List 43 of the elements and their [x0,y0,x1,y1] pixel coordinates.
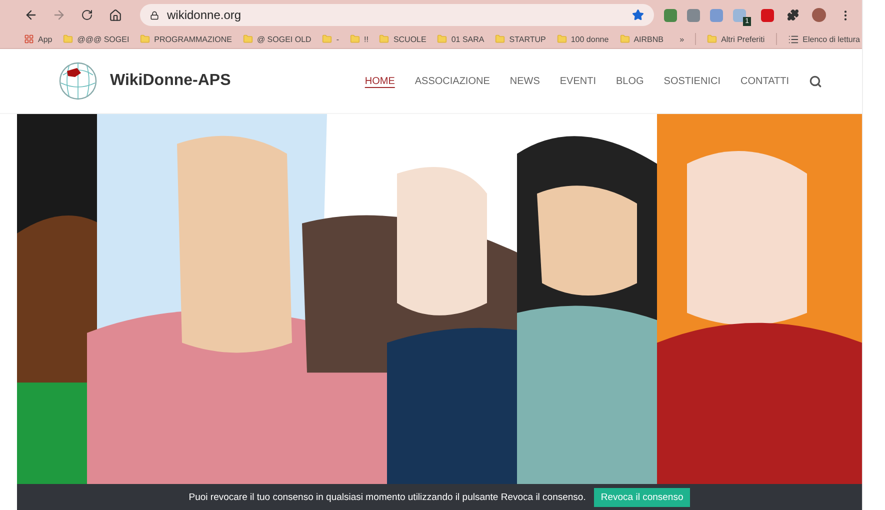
extension-icon[interactable] [733,8,746,22]
folder-icon [140,34,150,44]
folder-icon [350,34,360,44]
bookmark[interactable]: @@@ SOGEI [63,34,130,44]
bookmark[interactable]: 01 SARA [437,34,484,44]
folder-icon [379,34,390,44]
nav-link[interactable]: ASSOCIAZIONE [414,76,490,86]
folder-icon [437,34,448,44]
site-title: WikiDonne-APS [110,72,231,90]
nav-link[interactable]: NEWS [510,76,540,86]
bookmark[interactable]: Altri Preferiti [707,34,765,44]
overflow-button[interactable]: » [680,34,684,44]
bookmark[interactable]: PROGRAMMAZIONE [140,34,232,44]
bookmark[interactable]: AIRBNB [620,34,664,44]
folder-icon [556,34,567,44]
bookmark[interactable]: @ SOGEI OLD [242,34,312,44]
lock-icon [150,10,159,20]
folder-icon [707,34,718,44]
reading-list[interactable]: Elenco di lettura [788,34,860,44]
bookmark[interactable]: 100 donne [556,34,609,44]
nav-link[interactable]: EVENTI [560,76,596,86]
address-bar[interactable]: wikidonne.org [140,4,654,26]
search-icon[interactable] [809,74,822,88]
nav-link[interactable]: CONTATTI [740,76,789,86]
bookmark[interactable]: SCUOLE [379,34,426,44]
nav-link[interactable]: SOSTIENICI [664,76,720,86]
star-icon[interactable] [632,9,644,21]
extension-icon[interactable] [761,8,774,22]
consent-text: Puoi revocare il tuo consenso in qualsiasi momento utilizzando il pulsante Revoca il consenso. [188,492,586,502]
folder-icon [242,34,253,44]
bookmark[interactable]: !! [350,34,368,44]
globe-logo [57,61,99,101]
nav-link[interactable]: HOME [364,76,395,86]
folder-icon [322,34,332,44]
avatar-icon[interactable] [812,8,826,22]
folder-icon [63,34,74,44]
bookmark[interactable]: STARTUP [495,34,546,44]
bookmark[interactable]: - [322,34,339,44]
bookmark[interactable]: App [24,34,52,44]
apps-icon [24,34,34,44]
nav-link[interactable]: BLOG [616,76,644,86]
folder-icon [495,34,506,44]
folder-icon [620,34,630,44]
